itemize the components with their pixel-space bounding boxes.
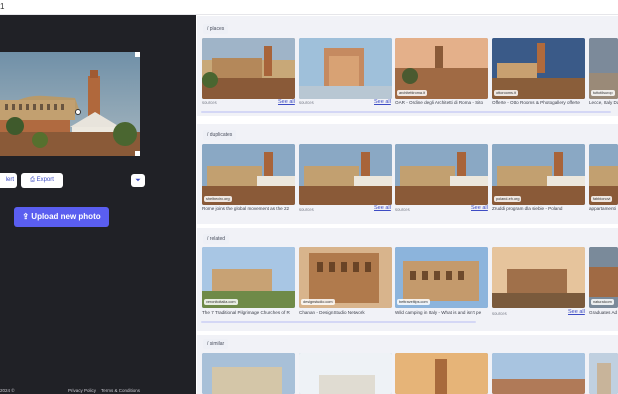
source-badge: fabbionovi xyxy=(591,196,613,202)
result-thumbnail[interactable] xyxy=(202,38,295,99)
source-badge: naturalcom xyxy=(591,299,614,305)
result-thumbnail[interactable] xyxy=(299,353,392,394)
result-title[interactable]: Offerte - Otto Rooms & Photogallery offe… xyxy=(492,100,585,105)
result-thumbnail[interactable]: tuttotilsurop xyxy=(589,38,618,99)
section-tag-duplicates: / duplicates xyxy=(203,130,237,140)
source-badge: bettraveltips.com xyxy=(397,299,430,305)
crop-handle-top-right[interactable] xyxy=(135,52,140,57)
result-thumbnail[interactable] xyxy=(492,353,585,394)
scroll-track[interactable] xyxy=(201,111,611,113)
monument-photo xyxy=(299,353,392,394)
see-all-link[interactable]: See all xyxy=(471,205,488,211)
source-badge: veronitoitalia.com xyxy=(204,299,238,305)
colosseum-sunset-photo xyxy=(492,247,585,308)
top-bar: 1 xyxy=(0,0,618,15)
sources-count: sources xyxy=(202,100,217,105)
filter-button[interactable]: ⏷ xyxy=(131,174,145,187)
result-title[interactable]: Lecce, Italy Da xyxy=(589,100,618,105)
scroll-track[interactable] xyxy=(201,321,476,323)
result-thumbnail[interactable] xyxy=(202,353,295,394)
result-thumbnail[interactable]: fabbionovi xyxy=(589,144,618,205)
privacy-policy-link[interactable]: Privacy Policy xyxy=(68,388,96,393)
see-all-link[interactable]: See all xyxy=(568,309,585,315)
see-all-link[interactable]: See all xyxy=(278,99,295,105)
church-photo xyxy=(589,353,618,394)
result-thumbnail[interactable]: bettraveltips.com xyxy=(395,247,488,308)
source-badge: architettiroma.it xyxy=(397,90,427,96)
result-thumbnail[interactable] xyxy=(492,247,585,308)
source-badge: ottorooms.it xyxy=(494,90,518,96)
result-thumbnail[interactable] xyxy=(299,38,392,99)
see-all-link[interactable]: See all xyxy=(374,205,391,211)
see-all-link[interactable]: See all xyxy=(374,99,391,105)
result-thumbnail[interactable]: architettiroma.it xyxy=(395,38,488,99)
export-button[interactable]: ⎙ Export xyxy=(21,173,63,188)
result-thumbnail[interactable]: poland-eh.org xyxy=(492,144,585,205)
filter-icon: ⏷ xyxy=(135,177,141,184)
tower-photo xyxy=(299,38,392,99)
alert-button[interactable]: lert xyxy=(0,173,17,188)
result-thumbnail[interactable] xyxy=(299,144,392,205)
crop-center-handle[interactable] xyxy=(75,109,81,115)
colosseum-photo xyxy=(395,144,488,205)
photo-preview[interactable] xyxy=(0,52,140,156)
result-thumbnail[interactable] xyxy=(589,353,618,394)
upload-icon: ⇪ xyxy=(22,212,32,221)
result-title[interactable]: appartamenti xyxy=(589,206,618,211)
footer-copyright: 2024 © xyxy=(0,388,15,393)
sources-count: sources xyxy=(395,207,410,212)
section-tag-places: / places xyxy=(203,24,229,34)
result-thumbnail[interactable] xyxy=(395,353,488,394)
skyline-photo xyxy=(492,353,585,394)
source-badge: tuttotilsurop xyxy=(591,90,615,96)
result-title[interactable]: Wild camping in Italy - What is and isn'… xyxy=(395,310,488,315)
crop-handle-bottom-right[interactable] xyxy=(135,151,140,156)
result-title[interactable]: Graduates Ad xyxy=(589,310,618,315)
source-badge: poland-eh.org xyxy=(494,196,522,202)
result-title[interactable]: Chanan - DesignStudio Network xyxy=(299,310,392,315)
section-tag-similar: / similar xyxy=(203,339,229,349)
result-title[interactable]: OAR - Ordine degli Architetti di Roma - … xyxy=(395,100,488,105)
export-label: Export xyxy=(36,177,54,183)
sources-count: sources xyxy=(299,100,314,105)
result-thumbnail[interactable]: naturalcom xyxy=(589,247,618,308)
result-title[interactable]: Zruddi program dla siebie - Poland xyxy=(492,206,585,211)
result-title[interactable]: Rome joins the global movement as the 22 xyxy=(202,206,295,211)
tower-photo xyxy=(395,353,488,394)
result-thumbnail[interactable]: ottorooms.it xyxy=(492,38,585,99)
result-thumbnail[interactable]: veronitoitalia.com xyxy=(202,247,295,308)
terms-link[interactable]: Terms & Conditions xyxy=(101,388,140,393)
result-thumbnail[interactable] xyxy=(395,144,488,205)
source-badge: shelbecirc.org xyxy=(204,196,232,202)
result-thumbnail[interactable]: shelbecirc.org xyxy=(202,144,295,205)
result-title[interactable]: The 7 Traditional Pilgrimage Churches of… xyxy=(202,310,295,315)
section-tag-related: / related xyxy=(203,234,230,244)
upload-photo-button[interactable]: ⇪ Upload new photo xyxy=(14,207,109,227)
colosseum-photo xyxy=(299,144,392,205)
result-thumbnail[interactable]: designstudio.com xyxy=(299,247,392,308)
upload-label: Upload new photo xyxy=(31,212,101,221)
building-photo xyxy=(202,353,295,394)
top-bar-text: 1 xyxy=(0,2,5,11)
sources-count: sources xyxy=(299,207,314,212)
colosseum-photo xyxy=(0,52,140,156)
sources-count: sources xyxy=(492,311,507,316)
colosseum-photo xyxy=(202,38,295,99)
source-badge: designstudio.com xyxy=(301,299,335,305)
